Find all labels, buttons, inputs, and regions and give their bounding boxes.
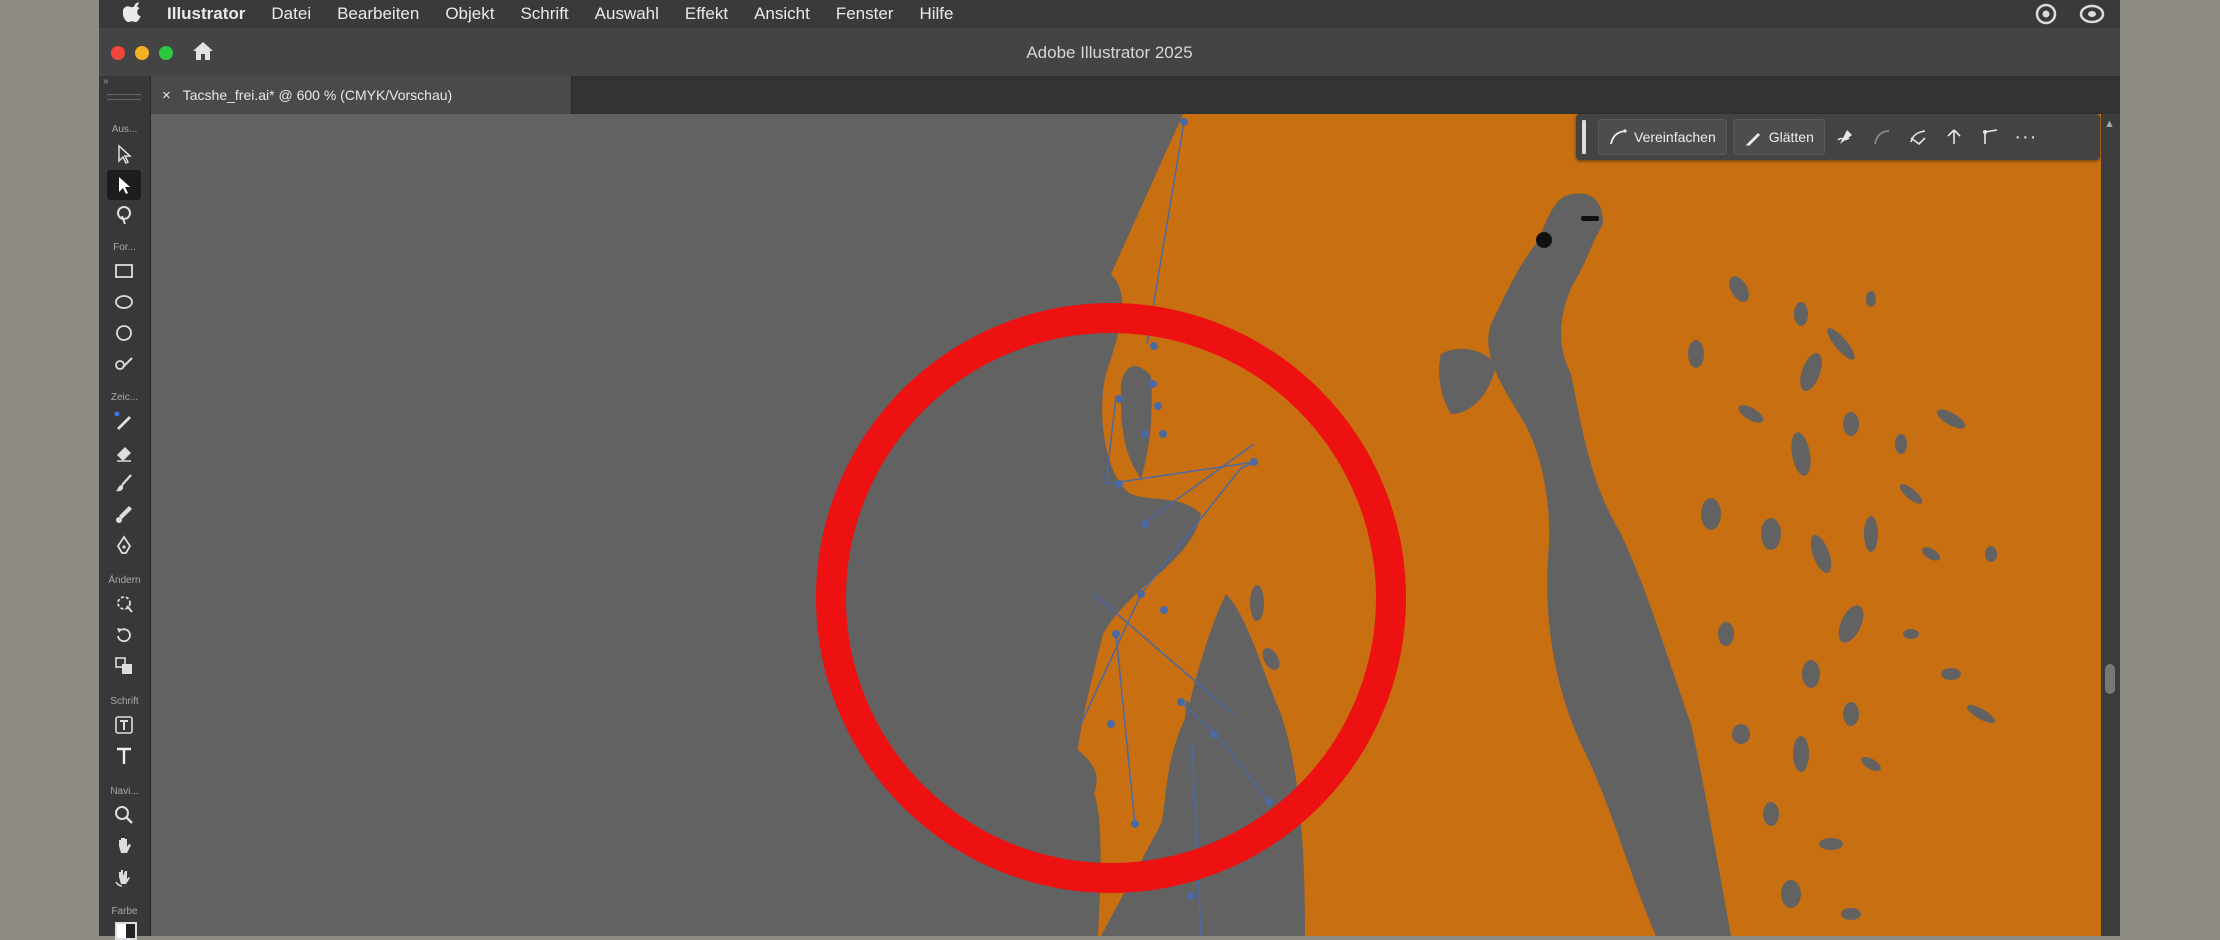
rotate-view-tool-icon[interactable]	[107, 862, 141, 892]
menu-illustrator[interactable]: Illustrator	[167, 4, 245, 24]
pencil-tool-icon[interactable]	[107, 406, 141, 436]
document-tab-label: Tacshe_frei.ai* @ 600 % (CMYK/Vorschau)	[182, 87, 453, 103]
group-label-draw: Zeic...	[110, 392, 139, 403]
menu-fenster[interactable]: Fenster	[836, 4, 894, 24]
tab-close-icon[interactable]: ×	[162, 87, 171, 104]
rectangle-tool-icon[interactable]	[107, 256, 141, 286]
rotate-tool-icon[interactable]	[107, 620, 141, 650]
group-label-modify: Ändern	[108, 575, 141, 586]
document-tab-bar: × Tacshe_frei.ai* @ 600 % (CMYK/Vorschau…	[99, 76, 2120, 114]
curve-icon[interactable]	[1867, 120, 1897, 154]
paintbrush-tool-icon[interactable]	[107, 468, 141, 498]
toolbox-panel: » Aus... For... Zeic... Ändern Schrift N…	[99, 76, 151, 940]
contextual-task-bar: Vereinfachen Glätten ···	[1576, 114, 2100, 160]
eraser-tool-icon[interactable]	[107, 437, 141, 467]
group-label-navigate: Navi...	[110, 786, 139, 797]
black-dot	[1536, 232, 1552, 248]
simplify-label: Vereinfachen	[1634, 129, 1716, 145]
menu-effekt[interactable]: Effekt	[685, 4, 728, 24]
window-title: Adobe Illustrator 2025	[1026, 43, 1193, 62]
hand-tool-icon[interactable]	[107, 831, 141, 861]
lasso-tool-icon[interactable]	[107, 200, 141, 230]
smooth-anchor-icon[interactable]	[1975, 120, 2005, 154]
toolbox-drag-handle[interactable]	[107, 94, 141, 100]
menu-bearbeiten[interactable]: Bearbeiten	[337, 4, 419, 24]
fill-stroke-swatch-icon[interactable]	[115, 922, 137, 940]
simplify-button[interactable]: Vereinfachen	[1598, 119, 1727, 155]
menu-hilfe[interactable]: Hilfe	[919, 4, 953, 24]
pen-tool-icon[interactable]	[107, 530, 141, 560]
smooth-icon	[1745, 133, 1760, 146]
black-dash	[1581, 216, 1599, 221]
menu-ansicht[interactable]: Ansicht	[754, 4, 810, 24]
more-options-icon[interactable]: ···	[2011, 120, 2041, 154]
taskbar-drag-handle[interactable]	[1582, 120, 1586, 154]
zoom-tool-icon[interactable]	[107, 800, 141, 830]
type-tool-icon[interactable]	[107, 741, 141, 771]
document-tab[interactable]: × Tacshe_frei.ai* @ 600 % (CMYK/Vorschau…	[150, 76, 572, 114]
menu-datei[interactable]: Datei	[271, 4, 311, 24]
group-label-shapes: For...	[113, 242, 136, 253]
group-label-color: Farbe	[111, 906, 138, 917]
sync-icon[interactable]	[2079, 3, 2105, 30]
vertical-scrollbar[interactable]: ▲	[2101, 114, 2120, 936]
artboard-canvas[interactable]	[151, 114, 2120, 936]
menu-schrift[interactable]: Schrift	[520, 4, 568, 24]
shaper-tool-icon[interactable]	[107, 349, 141, 379]
toolbox-collapse-icon[interactable]: »	[103, 76, 146, 88]
ellipse-tool-icon[interactable]	[107, 287, 141, 317]
polygon-tool-icon[interactable]	[107, 318, 141, 348]
menu-auswahl[interactable]: Auswahl	[595, 4, 659, 24]
warp-tool-icon[interactable]	[107, 589, 141, 619]
selection-tool-icon[interactable]	[107, 170, 141, 200]
creative-cloud-icon[interactable]	[2034, 3, 2058, 30]
group-label-select: Aus...	[111, 124, 138, 135]
apple-menu-icon[interactable]	[122, 1, 141, 27]
menu-objekt[interactable]: Objekt	[445, 4, 494, 24]
menu-bar: Illustrator Datei Bearbeiten Objekt Schr…	[99, 0, 2120, 28]
group-label-type: Schrift	[110, 696, 139, 707]
pen-pressure-icon[interactable]	[1831, 120, 1861, 154]
smooth-button[interactable]: Glätten	[1732, 119, 1825, 155]
scrollbar-thumb[interactable]	[2105, 664, 2115, 694]
scale-tool-icon[interactable]	[107, 651, 141, 681]
scroll-up-icon[interactable]: ▲	[2104, 118, 2115, 130]
window-title-bar: Adobe Illustrator 2025	[99, 28, 2120, 76]
anchor-convert-icon[interactable]	[1903, 120, 1933, 154]
smooth-label: Glätten	[1768, 129, 1814, 145]
direct-selection-tool-icon[interactable]	[107, 139, 141, 169]
blob-brush-tool-icon[interactable]	[107, 499, 141, 529]
simplify-icon	[1610, 129, 1627, 145]
corner-anchor-icon[interactable]	[1939, 120, 1969, 154]
area-type-tool-icon[interactable]	[107, 710, 141, 740]
